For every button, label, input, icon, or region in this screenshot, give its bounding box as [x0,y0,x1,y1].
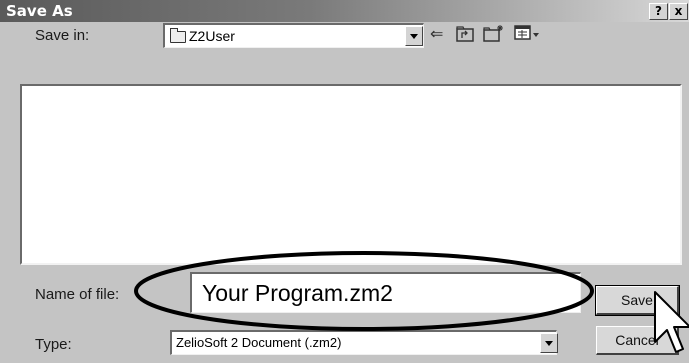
help-button[interactable]: ? [649,3,668,20]
new-folder-icon[interactable] [483,24,505,42]
file-list[interactable] [20,84,682,265]
view-menu-icon[interactable] [514,25,542,41]
close-button[interactable]: x [669,3,688,20]
file-name-input[interactable]: Your Program.zm2 [190,272,581,313]
back-arrow-icon[interactable]: ⇐ [430,24,443,44]
cancel-button[interactable]: Cancel [596,326,679,355]
save-button[interactable]: Save [595,285,680,316]
save-in-combo[interactable]: Z2User [163,23,424,48]
save-as-dialog: Save As ? x Save in: Z2User ⇐ Name of fi… [0,0,689,363]
dialog-title: Save As [6,2,73,20]
file-name-label: Name of file: [35,286,120,303]
file-name-value: Your Program.zm2 [202,280,393,306]
up-folder-icon[interactable] [456,26,474,42]
save-in-label: Save in: [35,27,90,44]
file-type-combo[interactable]: ZelioSoft 2 Document (.zm2) [170,330,558,355]
file-type-dropdown-button[interactable] [540,333,558,353]
title-bar: Save As ? x [0,0,689,22]
save-in-value: Z2User [189,28,235,44]
file-type-value: ZelioSoft 2 Document (.zm2) [176,335,342,350]
save-in-dropdown-button[interactable] [405,26,423,46]
file-type-label: Type: [35,336,72,353]
folder-icon [170,28,186,43]
